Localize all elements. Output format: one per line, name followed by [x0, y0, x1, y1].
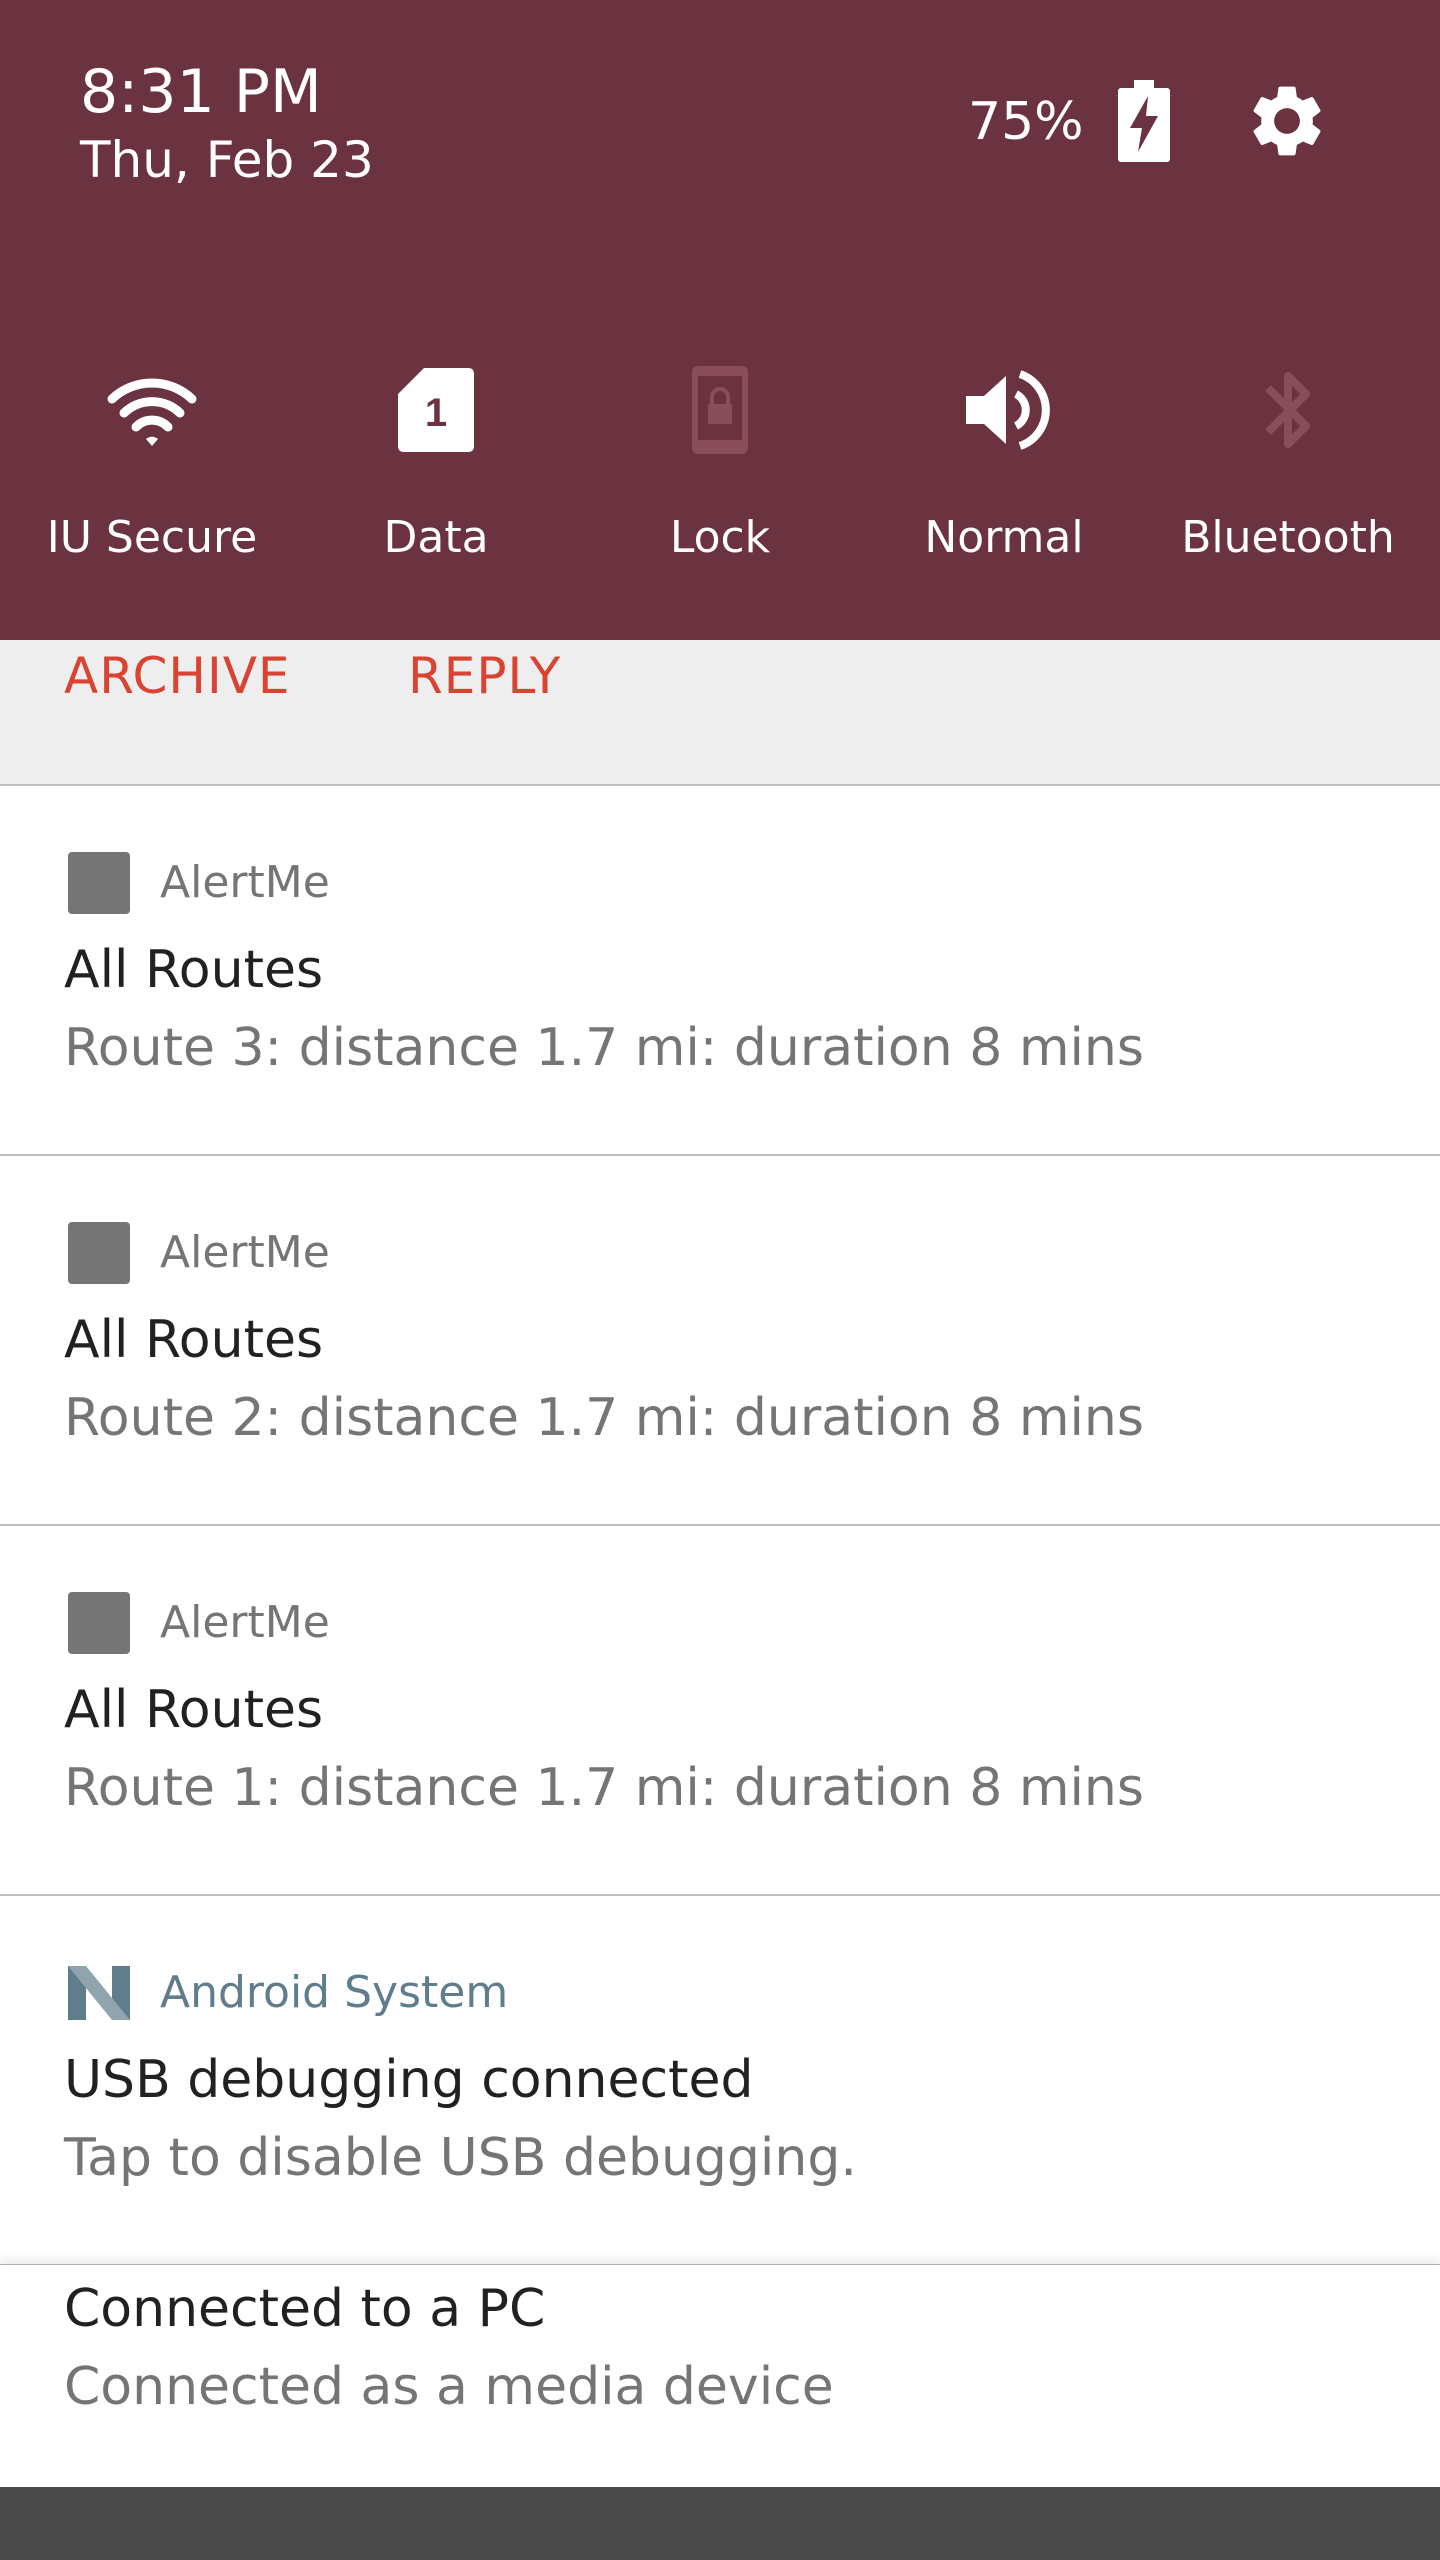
sim-card-icon: 1	[386, 360, 486, 460]
notification-text: Connected as a media device	[64, 2357, 834, 2417]
notification-title: All Routes	[64, 1310, 324, 1370]
notification-route-1[interactable]: AlertMe All Routes Route 1: distance 1.7…	[0, 1526, 1440, 1896]
notification-actions: ARCHIVE REPLY	[0, 640, 1440, 786]
app-icon	[68, 1592, 130, 1654]
tile-label: Bluetooth	[1181, 512, 1395, 563]
wifi-icon	[102, 360, 202, 460]
gear-icon[interactable]	[1244, 78, 1330, 164]
tile-lock[interactable]: Lock	[590, 360, 850, 580]
app-name: AlertMe	[160, 1227, 330, 1278]
battery-charging-icon[interactable]	[1118, 80, 1170, 162]
tile-sound[interactable]: Normal	[874, 360, 1134, 580]
archive-button[interactable]: ARCHIVE	[64, 640, 291, 712]
clock: 8:31 PM	[80, 57, 322, 127]
reply-button[interactable]: REPLY	[408, 640, 561, 712]
notification-route-2[interactable]: AlertMe All Routes Route 2: distance 1.7…	[0, 1156, 1440, 1526]
notification-title: Connected to a PC	[64, 2279, 546, 2339]
notification-title: All Routes	[64, 940, 324, 1000]
notification-usb-connection[interactable]: Connected to a PC Connected as a media d…	[0, 2265, 1440, 2487]
battery-percent[interactable]: 75%	[968, 90, 1084, 154]
app-icon	[68, 1222, 130, 1284]
notification-usb-debugging[interactable]: Android System USB debugging connected T…	[0, 1896, 1440, 2266]
notification-text: Route 3: distance 1.7 mi: duration 8 min…	[64, 1018, 1144, 1078]
notification-text: Route 2: distance 1.7 mi: duration 8 min…	[64, 1388, 1144, 1448]
app-name: Android System	[160, 1967, 509, 2018]
notification-title: All Routes	[64, 1680, 324, 1740]
tile-bluetooth[interactable]: Bluetooth	[1158, 360, 1418, 580]
tile-label: Data	[383, 512, 489, 563]
tile-data[interactable]: 1 Data	[306, 360, 566, 580]
notification-title: USB debugging connected	[64, 2050, 754, 2110]
notification-text: Route 1: distance 1.7 mi: duration 8 min…	[64, 1758, 1144, 1818]
notification-text: Tap to disable USB debugging.	[64, 2128, 857, 2188]
quick-settings-header: 8:31 PM Thu, Feb 23 75% IU Secure 1 Data…	[0, 0, 1440, 640]
app-icon	[68, 852, 130, 914]
android-n-icon	[66, 1960, 132, 2026]
date[interactable]: Thu, Feb 23	[80, 128, 374, 192]
app-name: AlertMe	[160, 857, 330, 908]
notification-route-3[interactable]: AlertMe All Routes Route 3: distance 1.7…	[0, 786, 1440, 1156]
dimmed-background	[0, 2487, 1440, 2560]
app-name: AlertMe	[160, 1597, 330, 1648]
tile-label: Lock	[669, 512, 771, 563]
bluetooth-icon	[1238, 360, 1338, 460]
tile-label: Normal	[924, 512, 1084, 563]
volume-icon	[954, 360, 1054, 460]
sim-number: 1	[425, 391, 447, 435]
tile-label: IU Secure	[46, 512, 258, 563]
screen-lock-icon	[670, 360, 770, 460]
tile-wifi[interactable]: IU Secure	[22, 360, 282, 580]
